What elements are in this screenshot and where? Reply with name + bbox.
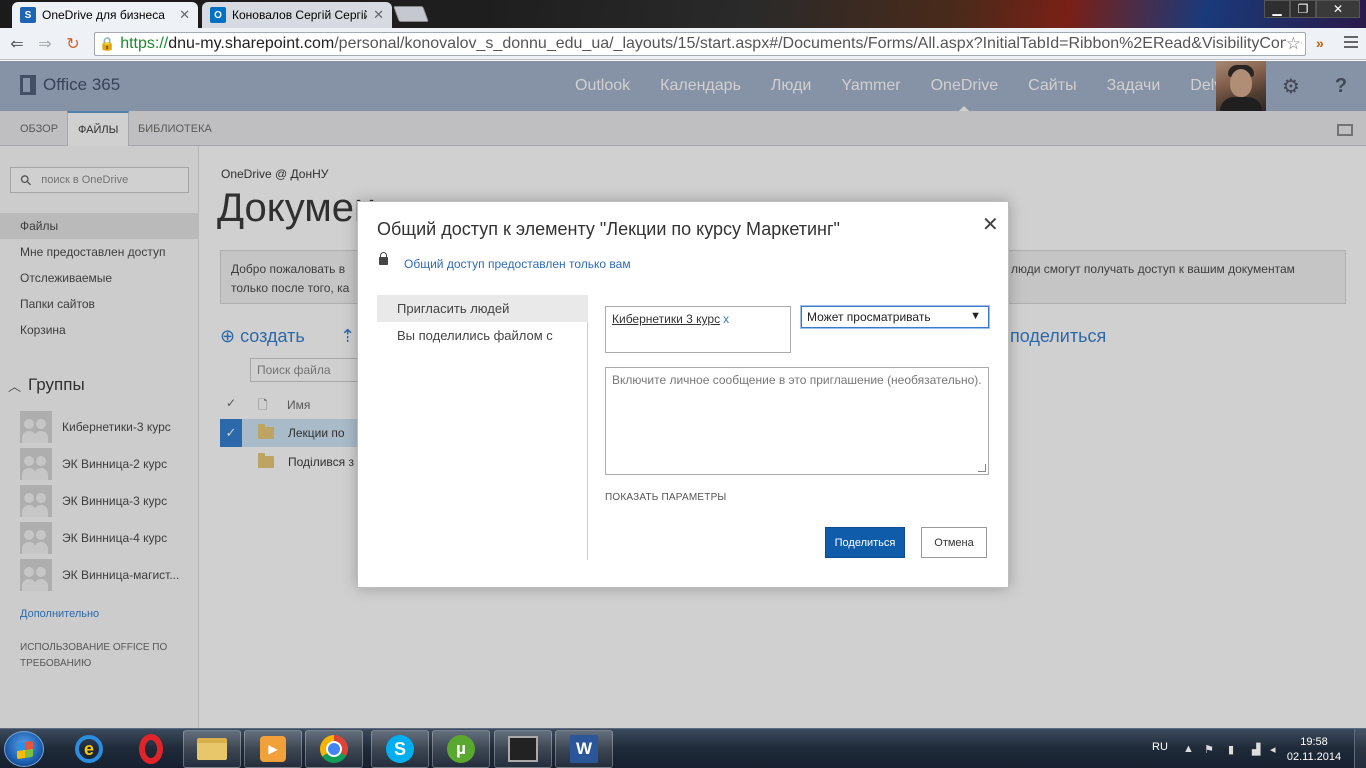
action-center-flag-icon[interactable]: ⚑	[1204, 743, 1214, 756]
windows-logo-icon	[17, 740, 33, 760]
utorrent-icon: µ	[447, 735, 475, 763]
network-signal-icon[interactable]: ▟	[1252, 743, 1260, 756]
shared-only-with-you-link[interactable]: Общий доступ предоставлен только вам	[404, 257, 631, 271]
language-indicator[interactable]: RU	[1152, 741, 1168, 753]
lock-icon: 🔒	[99, 36, 116, 51]
taskbar-word[interactable]: W	[555, 730, 613, 768]
terminal-icon	[508, 736, 538, 762]
browser-menu-icon[interactable]	[1344, 36, 1358, 51]
address-bar[interactable]: 🔒 https:// dnu-my.sharepoint.com /person…	[94, 32, 1306, 56]
show-options-link[interactable]: ПОКАЗАТЬ ПАРАМЕТРЫ	[605, 492, 727, 503]
taskbar-opera[interactable]	[122, 730, 180, 768]
share-dialog: Общий доступ к элементу "Лекции по курсу…	[357, 201, 1009, 588]
word-icon: W	[570, 735, 598, 763]
minimize-icon[interactable]: ▁	[1264, 0, 1290, 18]
browser-tab-outlook[interactable]: O Коновалов Сергій Сергій ✕	[202, 2, 392, 28]
close-icon[interactable]: ✕	[179, 7, 190, 23]
media-player-icon: ▶	[260, 736, 286, 762]
close-icon[interactable]: ✕	[982, 212, 999, 237]
share-submit-button[interactable]: Поделиться	[825, 527, 905, 558]
new-tab-button[interactable]	[393, 6, 429, 22]
window-close-icon[interactable]: ✕	[1316, 0, 1360, 18]
windows-taskbar: e ▶ S µ W RU ▲ ⚑ ▮ ▟ ◂ 19:58 02.11.2014	[0, 728, 1366, 768]
remove-invitee-icon[interactable]: x	[723, 312, 729, 326]
back-arrow-icon[interactable]: ⇐	[6, 34, 28, 54]
skype-icon: S	[386, 735, 414, 763]
url-scheme: https://	[120, 35, 169, 52]
url-host: dnu-my.sharepoint.com	[168, 35, 335, 52]
permission-select[interactable]: Может просматривать ▼	[800, 305, 990, 329]
browser-title-bar: S OneDrive для бизнеса ✕ O Коновалов Сер…	[0, 0, 1366, 28]
resize-grip-icon[interactable]	[978, 464, 986, 472]
taskbar-ie[interactable]: e	[60, 730, 118, 768]
invite-people-input[interactable]: Кибернетики 3 курс x	[605, 306, 791, 353]
battery-icon[interactable]: ▮	[1228, 743, 1234, 756]
system-clock[interactable]: 19:58 02.11.2014	[1284, 735, 1344, 765]
menu-invite-people[interactable]: Пригласить людей	[377, 295, 588, 322]
bookmark-star-icon[interactable]: ☆	[1285, 34, 1301, 54]
start-button[interactable]	[4, 731, 44, 767]
tray-expand-icon[interactable]: ▲	[1183, 743, 1194, 755]
url-path: /personal/konovalov_s_donnu_edu_ua/_layo…	[334, 35, 1303, 52]
show-desktop-button[interactable]	[1354, 729, 1366, 768]
taskbar-media[interactable]: ▶	[244, 730, 302, 768]
taskbar-chrome[interactable]	[305, 730, 363, 768]
taskbar-utorrent[interactable]: µ	[432, 730, 490, 768]
invitee-token[interactable]: Кибернетики 3 курс	[612, 312, 720, 326]
volume-icon[interactable]: ◂	[1270, 743, 1276, 756]
window-controls: ▁ ❐ ✕	[1264, 0, 1360, 18]
chrome-icon	[320, 735, 348, 763]
share-dialog-menu: Пригласить людей Вы поделились файлом с	[377, 295, 588, 560]
tab-title: Коновалов Сергій Сергій	[232, 8, 368, 22]
close-icon[interactable]: ✕	[373, 7, 384, 23]
lock-icon	[379, 252, 388, 265]
forward-arrow-icon[interactable]: ⇒	[34, 34, 56, 54]
clock-time: 19:58	[1300, 736, 1328, 748]
clock-date: 02.11.2014	[1286, 751, 1342, 763]
personal-message-textarea[interactable]: Включите личное сообщение в это приглаше…	[605, 367, 989, 475]
cancel-button[interactable]: Отмена	[921, 527, 987, 558]
dropdown-arrow-icon: ▼	[970, 310, 981, 322]
taskbar-terminal[interactable]	[494, 730, 552, 768]
folder-icon	[197, 738, 227, 760]
dialog-title: Общий доступ к элементу "Лекции по курсу…	[377, 219, 840, 239]
sharepoint-icon: S	[20, 7, 36, 23]
tab-title: OneDrive для бизнеса	[42, 8, 165, 22]
browser-toolbar: ⇐ ⇒ ↻ 🔒 https:// dnu-my.sharepoint.com /…	[0, 28, 1366, 60]
permission-value: Может просматривать	[807, 310, 931, 324]
reload-icon[interactable]: ↻	[62, 34, 84, 54]
taskbar-skype[interactable]: S	[371, 730, 429, 768]
internet-explorer-icon: e	[75, 735, 103, 763]
extensions-overflow-icon[interactable]: »	[1316, 35, 1324, 51]
outlook-icon: O	[210, 7, 226, 23]
browser-tab-onedrive[interactable]: S OneDrive для бизнеса ✕	[12, 2, 198, 28]
message-placeholder: Включите личное сообщение в это приглаше…	[612, 373, 982, 387]
opera-icon	[139, 734, 163, 764]
taskbar-explorer[interactable]	[183, 730, 241, 768]
menu-shared-with[interactable]: Вы поделились файлом с	[377, 322, 588, 349]
restore-icon[interactable]: ❐	[1290, 0, 1316, 18]
